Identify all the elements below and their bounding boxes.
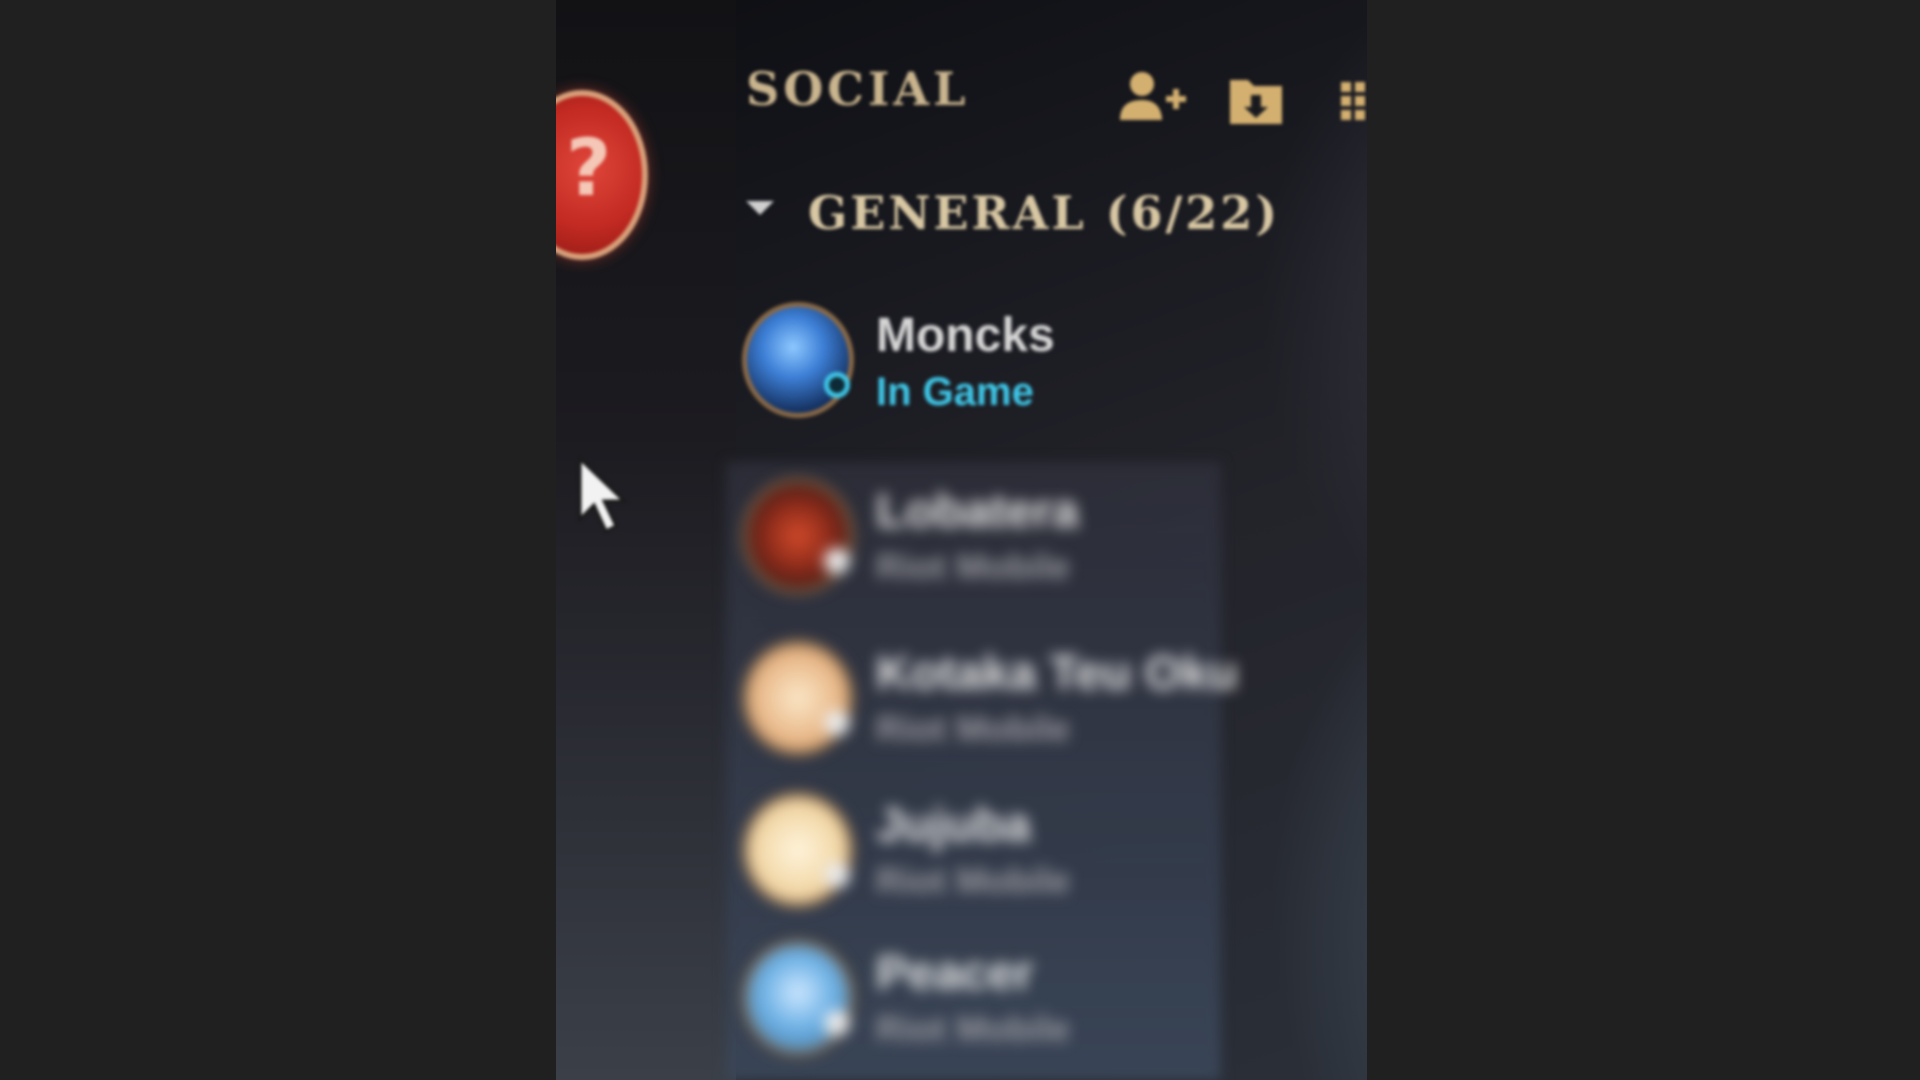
panel-title: SOCIAL bbox=[746, 62, 970, 116]
mobile-status-icon bbox=[824, 862, 850, 888]
left-letterbox bbox=[0, 0, 556, 1080]
friend-name: Jujuba bbox=[876, 799, 1031, 852]
mobile-status-icon bbox=[824, 1010, 850, 1036]
mobile-status-icon bbox=[824, 710, 850, 736]
avatar bbox=[742, 302, 854, 418]
group-title: GENERAL (6/22) bbox=[808, 186, 1281, 240]
avatar bbox=[742, 940, 854, 1056]
social-panel-photo: ? SOCIAL GENERAL (6/22) Moncks In Game L… bbox=[556, 0, 1367, 1080]
add-folder-icon[interactable] bbox=[1228, 68, 1284, 128]
friend-row[interactable]: Moncks In Game bbox=[732, 302, 1192, 432]
friend-name: Kotaka Teu Oku bbox=[876, 647, 1238, 700]
mobile-status-icon bbox=[824, 548, 850, 574]
mouse-cursor-icon bbox=[578, 455, 628, 534]
friend-status: Riot Mobile bbox=[876, 546, 1070, 587]
friend-status: Riot Mobile bbox=[876, 1008, 1070, 1049]
avatar bbox=[742, 478, 854, 594]
avatar bbox=[742, 640, 854, 756]
friend-name: Moncks bbox=[876, 309, 1055, 362]
group-header[interactable]: GENERAL (6/22) bbox=[746, 186, 1280, 240]
friend-row[interactable]: Kotaka Teu Oku Riot Mobile bbox=[732, 640, 1238, 770]
friend-status: Riot Mobile bbox=[876, 708, 1070, 749]
online-status-icon bbox=[824, 372, 850, 398]
friend-status: In Game bbox=[876, 370, 1034, 414]
add-friend-icon[interactable] bbox=[1116, 68, 1190, 128]
caret-down-icon bbox=[746, 201, 774, 215]
friend-name: Peacer bbox=[876, 947, 1034, 1000]
friend-row[interactable]: Jujuba Riot Mobile bbox=[732, 792, 1192, 922]
friend-row[interactable]: Peacer Riot Mobile bbox=[732, 940, 1192, 1070]
grid-icon[interactable] bbox=[1341, 68, 1367, 128]
right-letterbox bbox=[1367, 0, 1920, 1080]
question-mark-icon: ? bbox=[566, 124, 612, 214]
avatar bbox=[742, 792, 854, 908]
friend-row[interactable]: Lobatera Riot Mobile bbox=[732, 478, 1192, 608]
friend-status: Riot Mobile bbox=[876, 860, 1070, 901]
friend-name: Lobatera bbox=[876, 485, 1079, 538]
